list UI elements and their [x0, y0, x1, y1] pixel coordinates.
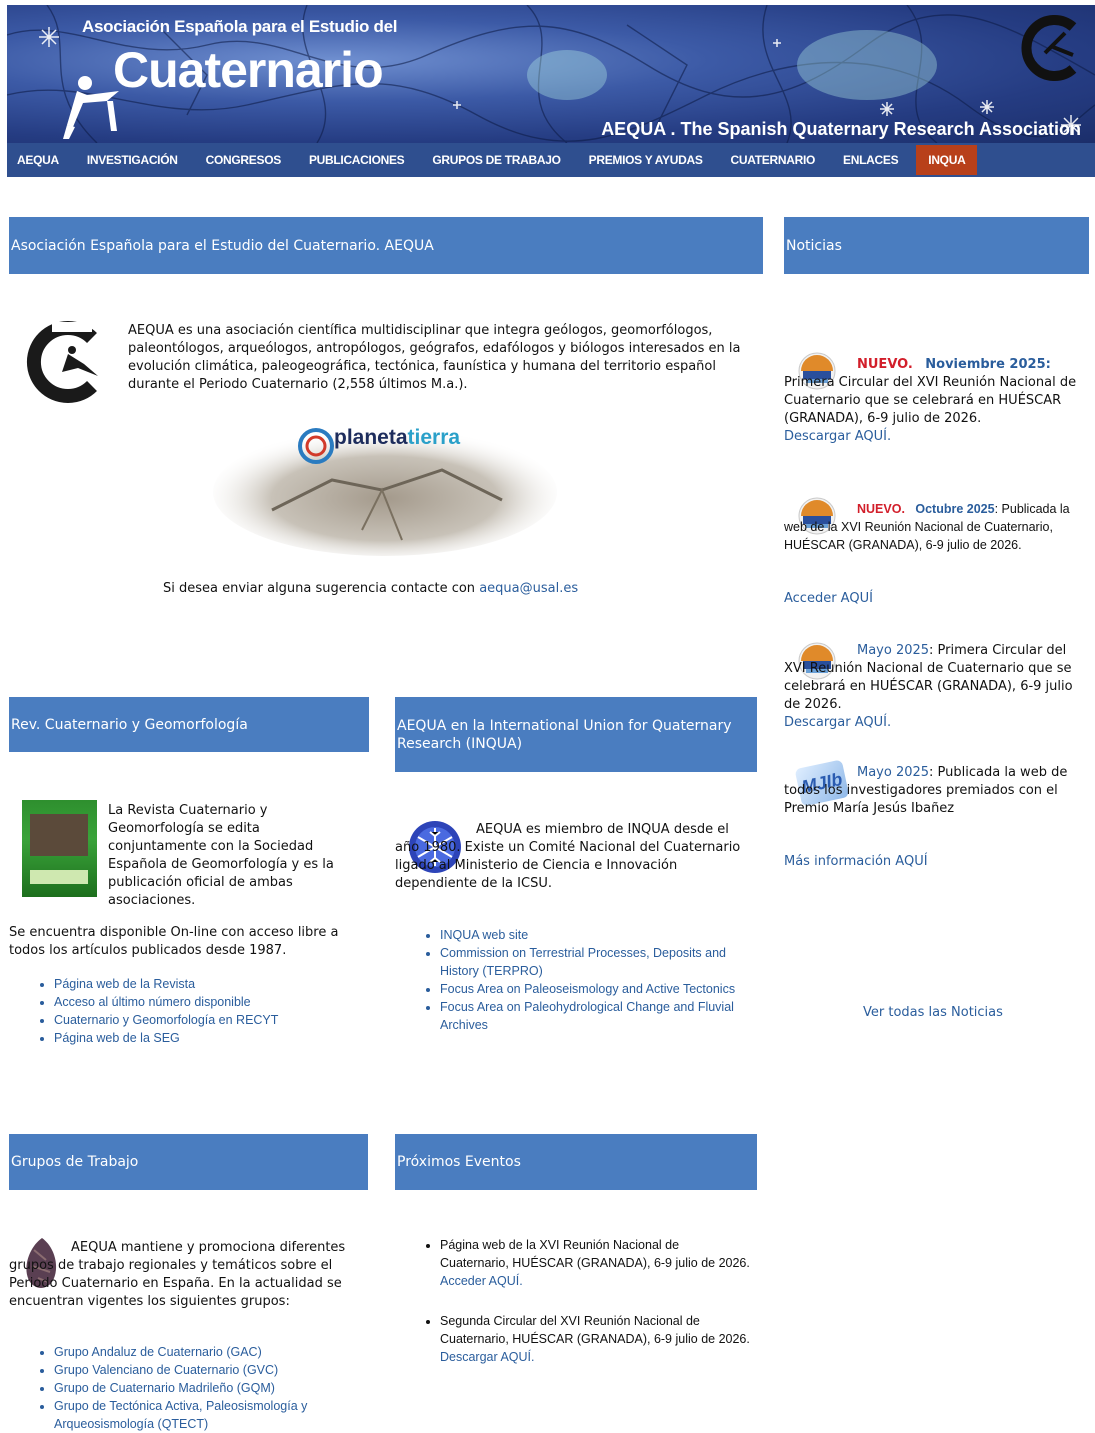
nav-item-grupos[interactable]: GRUPOS DE TRABAJO: [418, 143, 574, 177]
header-banner: Asociación Española para el Estudio del …: [7, 5, 1095, 143]
event-item: Segunda Circular del XVI Reunión Naciona…: [440, 1312, 750, 1366]
nav-item-enlaces[interactable]: ENLACES: [829, 143, 912, 177]
org-name-main: Cuaternario: [113, 42, 384, 98]
org-tagline: AEQUA . The Spanish Quaternary Research …: [601, 119, 1081, 139]
inqua-link[interactable]: Commission on Terrestrial Processes, Dep…: [440, 946, 726, 978]
nav-item-inqua[interactable]: INQUA: [916, 145, 978, 175]
news-link[interactable]: Descargar AQUÍ.: [784, 715, 891, 730]
news-date: Octubre 2025: [915, 502, 995, 516]
list-item[interactable]: INQUA web site: [440, 926, 765, 944]
news-item-2: NUEVO. Octubre 2025: Publicada la web de…: [784, 500, 1089, 554]
inqua-text: AEQUA es miembro de INQUA desde el año 1…: [395, 821, 755, 893]
org-name-top: Asociación Española para el Estudio del: [82, 17, 398, 36]
news-new-tag: NUEVO.: [857, 502, 905, 516]
main-nav: AEQUA INVESTIGACIÓN CONGRESOS PUBLICACIO…: [7, 143, 1095, 177]
list-item[interactable]: Cuaternario y Geomorfología en RECYT: [54, 1011, 278, 1029]
eventos-section-header: Próximos Eventos: [395, 1134, 757, 1190]
news-item-3: Mayo 2025: Primera Circular del XVI Reun…: [784, 642, 1089, 732]
grupos-text: AEQUA mantiene y promociona diferentes g…: [9, 1239, 369, 1311]
grupos-link[interactable]: Grupo de Cuaternario Madrileño (GQM): [54, 1381, 275, 1395]
grupos-link[interactable]: Grupo de Tectónica Activa, Paleosismolog…: [54, 1399, 307, 1431]
contact-email-link[interactable]: aequa@usal.es: [479, 581, 578, 596]
figure-icon: [63, 76, 119, 139]
event-text: Segunda Circular del XVI Reunión Naciona…: [440, 1314, 750, 1346]
nav-item-cuaternario[interactable]: CUATERNARIO: [717, 143, 829, 177]
list-item[interactable]: Página web de la SEG: [54, 1029, 278, 1047]
main-section-header: Asociación Española para el Estudio del …: [9, 217, 763, 274]
news-text: : Primera Circular del XVI Reunión Nacio…: [784, 643, 1073, 712]
inqua-link[interactable]: INQUA web site: [440, 928, 528, 942]
revista-link[interactable]: Acceso al último número disponible: [54, 995, 251, 1009]
list-item[interactable]: Grupo Andaluz de Cuaternario (GAC): [54, 1343, 374, 1361]
planeta-brand-part2: tierra: [407, 426, 461, 449]
revista-link[interactable]: Cuaternario y Geomorfología en RECYT: [54, 1013, 278, 1027]
planeta-brand-part1: planeta: [334, 426, 408, 449]
list-item[interactable]: Grupo de Cuaternario Madrileño (GQM): [54, 1379, 374, 1397]
intro-text: AEQUA es una asociación científica multi…: [128, 323, 741, 392]
nav-item-congresos[interactable]: CONGRESOS: [192, 143, 295, 177]
list-item[interactable]: Acceso al último número disponible: [54, 993, 278, 1011]
revista-links: Página web de la Revista Acceso al últim…: [36, 975, 278, 1047]
grupos-text-content: AEQUA mantiene y promociona diferentes g…: [9, 1240, 346, 1309]
list-item[interactable]: Commission on Terrestrial Processes, Dep…: [440, 944, 765, 980]
news-date: Mayo 2025: [857, 643, 930, 658]
news-new-tag: NUEVO.: [857, 357, 913, 372]
nav-item-aequa[interactable]: AEQUA: [7, 143, 73, 177]
news-text: Primera Circular del XVI Reunión Naciona…: [784, 375, 1077, 426]
inqua-links: INQUA web site Commission on Terrestrial…: [422, 926, 765, 1034]
news-link[interactable]: Descargar AQUÍ.: [784, 429, 891, 444]
revista-section-header: Rev. Cuaternario y Geomorfología: [9, 697, 369, 752]
list-item[interactable]: Grupo de Tectónica Activa, Paleosismolog…: [54, 1397, 374, 1433]
contact-text: Si desea enviar alguna sugerencia contac…: [163, 581, 480, 596]
all-news-link[interactable]: Ver todas las Noticias: [863, 1004, 1003, 1022]
news-date: Noviembre 2025:: [925, 357, 1051, 372]
revista-link[interactable]: Página web de la SEG: [54, 1031, 180, 1045]
event-text: Página web de la XVI Reunión Nacional de…: [440, 1238, 750, 1270]
inqua-section-header: AEQUA en la International Union for Quat…: [395, 697, 757, 772]
news-link[interactable]: Más información AQUÍ: [784, 853, 928, 871]
nav-item-premios[interactable]: PREMIOS Y AYUDAS: [575, 143, 717, 177]
grupos-link[interactable]: Grupo Valenciano de Cuaternario (GVC): [54, 1363, 278, 1377]
nav-item-investigacion[interactable]: INVESTIGACIÓN: [73, 143, 192, 177]
list-item[interactable]: Grupo Valenciano de Cuaternario (GVC): [54, 1361, 374, 1379]
inqua-text-content: AEQUA es miembro de INQUA desde el año 1…: [395, 822, 741, 891]
revista-cover-image[interactable]: [22, 800, 97, 897]
event-link[interactable]: Acceder AQUÍ.: [440, 1274, 523, 1288]
planeta-tierra-image[interactable]: planetatierra: [212, 420, 558, 558]
grupos-section-header: Grupos de Trabajo: [9, 1134, 368, 1190]
list-item[interactable]: Focus Area on Paleoseismology and Active…: [440, 980, 765, 998]
news-item-1: NUEVO. Noviembre 2025: Primera Circular …: [784, 356, 1089, 446]
list-item[interactable]: Página web de la Revista: [54, 975, 278, 993]
nav-item-publicaciones[interactable]: PUBLICACIONES: [295, 143, 418, 177]
inqua-link[interactable]: Focus Area on Paleohydrological Change a…: [440, 1000, 734, 1032]
eventos-list: Página web de la XVI Reunión Nacional de…: [422, 1236, 750, 1366]
revista-availability: Se encuentra disponible On-line con acce…: [9, 925, 339, 958]
news-date: Mayo 2025: [857, 765, 930, 780]
news-link[interactable]: Acceder AQUÍ: [784, 590, 873, 608]
aequa-logo-icon[interactable]: [1017, 13, 1087, 83]
news-item-4: Mayo 2025: Publicada la web de todos los…: [784, 764, 1089, 818]
grupos-links: Grupo Andaluz de Cuaternario (GAC) Grupo…: [36, 1343, 374, 1433]
list-item[interactable]: Focus Area on Paleohydrological Change a…: [440, 998, 765, 1034]
aequa-logo-icon: [27, 321, 98, 403]
grupos-link[interactable]: Grupo Andaluz de Cuaternario (GAC): [54, 1345, 262, 1359]
revista-link[interactable]: Página web de la Revista: [54, 977, 195, 991]
event-link[interactable]: Descargar AQUÍ.: [440, 1350, 534, 1364]
inqua-link[interactable]: Focus Area on Paleoseismology and Active…: [440, 982, 735, 996]
event-item: Página web de la XVI Reunión Nacional de…: [440, 1236, 750, 1290]
noticias-section-header: Noticias: [784, 217, 1089, 274]
revista-text: La Revista Cuaternario y Geomorfología s…: [108, 803, 334, 908]
contact-line: Si desea enviar alguna sugerencia contac…: [163, 580, 763, 598]
